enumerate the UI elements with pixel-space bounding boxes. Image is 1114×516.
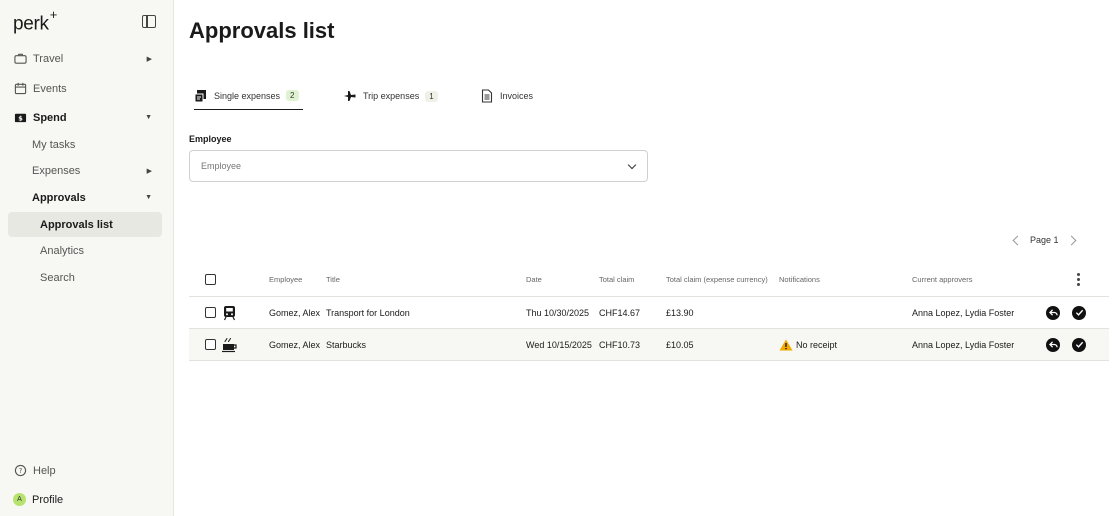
sidebar-item-label: Profile [32,493,64,506]
sidebar-item-label: Analytics [40,244,85,257]
total-claim-cell: CHF14.67 [599,307,641,318]
train-icon [223,305,236,320]
money-icon: $ [14,113,27,123]
row-checkbox[interactable] [205,307,216,318]
caret-down-icon: ▼ [145,194,152,201]
more-options-icon[interactable] [1077,272,1080,286]
receipt-stack-icon [194,89,206,102]
page-title: Approvals list [189,18,335,43]
approve-check-icon[interactable] [1072,305,1086,320]
employee-cell: Gomez, Alex [269,339,321,350]
date-cell: Thu 10/30/2025 [526,307,590,318]
title-cell: Transport for London [326,307,410,318]
employee-select-placeholder: Employee [201,161,242,171]
sidebar-item-label: Search [40,271,75,284]
page-indicator: Page 1 [1030,235,1059,245]
count-badge: 2 [286,90,299,101]
employee-cell: Gomez, Alex [269,307,321,318]
sidebar-item-approvals-list[interactable]: Approvals list [8,212,162,237]
sidebar-item-travel[interactable]: Travel ▶ [8,46,162,71]
table-row[interactable]: Gomez, Alex Transport for London Thu 10/… [189,297,1109,329]
count-badge: 1 [425,90,438,102]
chevron-right-icon[interactable] [1066,235,1076,245]
total-claim-cell: CHF10.73 [599,339,641,350]
select-all-checkbox[interactable] [205,273,216,285]
avatar: A [13,493,26,506]
approvals-table: Employee Title Date Total claim Total cl… [189,262,1109,361]
notification-text: No receipt [796,339,838,350]
row-checkbox[interactable] [205,339,216,350]
svg-text:?: ? [19,467,23,475]
warning-icon [779,339,793,350]
column-header-notifications[interactable]: Notifications [779,262,820,296]
sidebar-item-label: Expenses [32,164,81,177]
title-cell: Starbucks [326,339,367,350]
svg-text:$: $ [18,115,23,123]
date-cell: Wed 10/15/2025 [526,339,592,350]
column-header-total-claim-expense-currency[interactable]: Total claim (expense currency) [666,262,768,296]
return-icon[interactable] [1046,337,1060,352]
sidebar-item-label: Approvals [32,191,86,204]
column-header-employee[interactable]: Employee [269,262,302,296]
tab-trip-expenses[interactable]: Trip expenses 1 [343,82,438,110]
sidebar-item-label: Approvals list [40,218,113,231]
total-claim-expense-cell: £10.05 [666,339,694,350]
document-icon [481,89,493,103]
chevron-down-icon [627,160,637,170]
airplane-icon [344,91,356,101]
return-icon[interactable] [1046,305,1060,320]
sidebar-item-label: Events [33,82,67,95]
sidebar: perk+ Travel ▶ Events $ Spend ▼ My tasks… [0,0,174,516]
sidebar-item-label: Help [33,464,56,477]
sidebar-item-analytics[interactable]: Analytics [8,238,162,263]
column-header-current-approvers[interactable]: Current approvers [912,262,972,296]
approvers-cell: Anna Lopez, Lydia Foster [912,339,1015,350]
notification-cell: No receipt [779,329,837,360]
column-header-title[interactable]: Title [326,262,340,296]
tab-single-expenses[interactable]: Single expenses 2 [194,82,303,110]
sidebar-item-help[interactable]: ? Help [8,458,162,483]
table-header: Employee Title Date Total claim Total cl… [189,262,1109,297]
sidebar-item-label: Spend [33,111,67,124]
sidebar-item-label: My tasks [32,138,76,151]
sidebar-item-my-tasks[interactable]: My tasks [8,132,162,157]
sidebar-item-spend[interactable]: $ Spend ▼ [8,105,162,130]
approve-check-icon[interactable] [1072,337,1086,352]
sidebar-item-profile[interactable]: A Profile [8,487,162,512]
pagination: Page 1 [1010,232,1076,248]
tab-label: Invoices [500,91,534,101]
coffee-icon [222,337,237,352]
total-claim-expense-cell: £13.90 [666,307,694,318]
column-header-total-claim[interactable]: Total claim [599,262,634,296]
approvers-cell: Anna Lopez, Lydia Foster [912,307,1015,318]
sidebar-item-expenses[interactable]: Expenses ▶ [8,158,162,183]
sidebar-item-search[interactable]: Search [8,265,162,290]
tab-label: Single expenses [214,90,281,101]
suitcase-icon [14,53,27,64]
sidebar-item-label: Travel [33,52,64,65]
sidebar-item-events[interactable]: Events [8,76,162,101]
caret-right-icon: ▶ [146,55,152,63]
table-row[interactable]: Gomez, Alex Starbucks Wed 10/15/2025 CHF… [189,329,1109,361]
calendar-icon [14,82,27,95]
perk-logo[interactable]: perk+ [13,7,57,35]
employee-select[interactable]: Employee [189,150,648,182]
tab-label: Trip expenses [363,91,420,101]
help-icon: ? [14,464,27,477]
column-header-date[interactable]: Date [526,262,542,296]
caret-down-icon: ▼ [145,114,152,121]
sidebar-toggle-icon[interactable] [142,15,156,28]
employee-filter-label: Employee [189,134,232,144]
tab-invoices[interactable]: Invoices [480,82,533,110]
caret-right-icon: ▶ [146,167,152,175]
chevron-left-icon[interactable] [1012,235,1023,245]
sidebar-item-approvals[interactable]: Approvals ▼ [8,185,162,210]
